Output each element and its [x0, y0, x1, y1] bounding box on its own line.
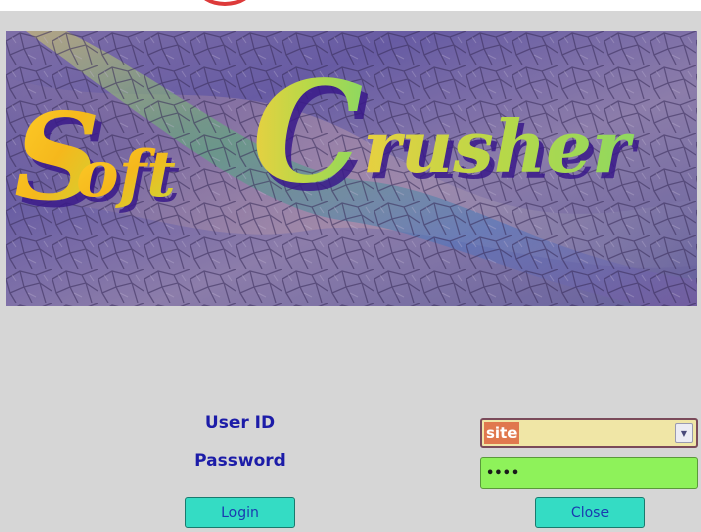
- svg-text:rusher: rusher: [363, 104, 635, 189]
- userid-combobox[interactable]: site ▼: [480, 418, 698, 448]
- login-button[interactable]: Login: [185, 497, 295, 528]
- userid-label: User ID: [204, 413, 276, 433]
- svg-text:C: C: [252, 51, 363, 215]
- chevron-down-icon[interactable]: ▼: [675, 423, 693, 443]
- password-field[interactable]: ••••: [480, 457, 698, 489]
- top-strip: [0, 0, 701, 11]
- softcrusher-banner: S S oft oft C C rusher rusher: [6, 31, 697, 306]
- close-button[interactable]: Close: [535, 497, 645, 528]
- top-ring-icon: [197, 0, 253, 6]
- banner-art: S S oft oft C C rusher rusher: [6, 31, 697, 306]
- userid-selected-text: site: [484, 422, 520, 444]
- userid-value[interactable]: site: [482, 420, 675, 446]
- password-label: Password: [194, 451, 286, 471]
- svg-text:oft: oft: [76, 137, 176, 212]
